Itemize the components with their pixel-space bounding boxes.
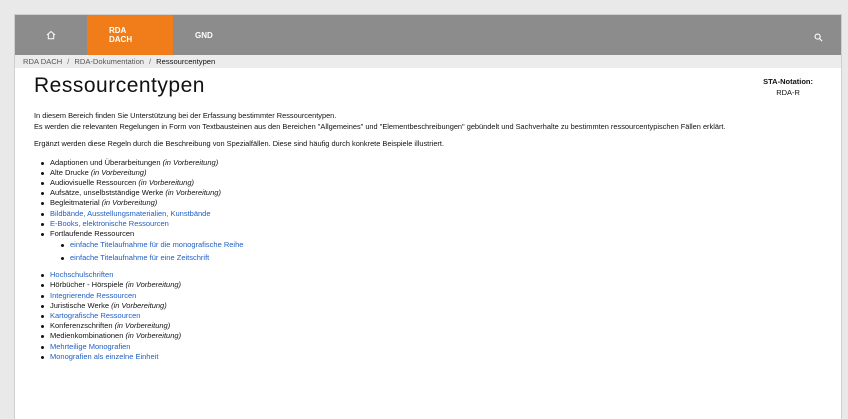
list-item[interactable]: einfache Titelaufnahme für die monografi… <box>60 239 841 252</box>
resource-type-link[interactable]: einfache Titelaufnahme für eine Zeitschr… <box>70 253 209 262</box>
resource-type-link[interactable]: einfache Titelaufnahme für die monografi… <box>70 240 243 249</box>
resource-type-label: Begleitmaterial <box>50 198 100 208</box>
breadcrumb: RDA DACH / RDA-Dokumentation / Ressource… <box>15 55 841 68</box>
resource-type-link[interactable]: Integrierende Ressourcen <box>50 291 136 300</box>
status-note: (in Vorbereitung) <box>138 177 194 187</box>
tab-gnd[interactable]: GND <box>173 15 235 55</box>
browser-page: RDA DACH GND RDA DACH / RDA-Dokumentatio… <box>14 14 842 419</box>
breadcrumb-link-rda-dach[interactable]: RDA DACH <box>23 57 62 66</box>
list-item: Begleitmaterial (in Vorbereitung) <box>40 198 841 208</box>
list-item: Medienkombinationen (in Vorbereitung) <box>40 331 841 341</box>
resource-type-label: Hörbücher - Hörspiele <box>50 280 124 290</box>
intro-text: In diesem Bereich finden Sie Unterstützu… <box>34 111 794 132</box>
breadcrumb-separator: / <box>67 57 70 66</box>
status-note: (in Vorbereitung) <box>90 167 147 177</box>
resource-type-link[interactable]: Mehrteilige Monografien <box>50 342 130 351</box>
resource-type-link[interactable]: E-Books, elektronische Ressourcen <box>50 219 169 228</box>
list-item: Adaptionen und Überarbeitungen (in Vorbe… <box>40 158 841 168</box>
sta-notation-label: STA-Notation: <box>763 77 813 86</box>
resource-type-list: Adaptionen und Überarbeitungen (in Vorbe… <box>34 158 841 265</box>
intro-line-2: Es werden die relevanten Regelungen in F… <box>34 121 726 131</box>
resource-type-label: Fortlaufende Ressourcen <box>50 228 135 238</box>
intro-line-1: In diesem Bereich finden Sie Unterstützu… <box>34 111 337 120</box>
top-navigation: RDA DACH GND <box>15 15 841 55</box>
sub-list: einfache Titelaufnahme für die monografi… <box>50 239 841 264</box>
sta-notation: STA-Notation: RDA-R <box>763 76 813 98</box>
breadcrumb-link-rda-dokumentation[interactable]: RDA-Dokumentation <box>74 57 144 66</box>
sta-notation-value: RDA-R <box>776 88 800 97</box>
resource-type-label: Aufsätze, unselbstständige Werke <box>50 188 164 198</box>
list-item: Audiovisuelle Ressourcen (in Vorbereitun… <box>40 178 841 188</box>
resource-type-label: Medienkombinationen <box>50 331 124 341</box>
list-item: Alte Drucke (in Vorbereitung) <box>40 168 841 178</box>
list-item[interactable]: einfache Titelaufnahme für eine Zeitschr… <box>60 252 841 265</box>
list-item: Fortlaufende Ressourcen einfache Titelauf… <box>40 229 841 264</box>
status-note: (in Vorbereitung) <box>125 331 182 341</box>
resource-type-list-continued: Hochschulschriften Hörbücher - Hörspiele … <box>34 270 841 362</box>
home-button[interactable] <box>15 15 87 55</box>
list-item: Aufsätze, unselbstständige Werke (in Vor… <box>40 188 841 198</box>
list-item[interactable]: Hochschulschriften <box>40 270 841 280</box>
status-note: (in Vorbereitung) <box>165 188 221 198</box>
list-item[interactable]: Integrierende Ressourcen <box>40 291 841 301</box>
breadcrumb-separator: / <box>149 57 152 66</box>
list-item[interactable]: Mehrteilige Monografien <box>40 342 841 352</box>
list-item[interactable]: Kartografische Ressourcen <box>40 311 841 321</box>
list-item: Konferenzschriften (in Vorbereitung) <box>40 321 841 331</box>
resource-type-label: Adaptionen und Überarbeitungen <box>50 157 161 167</box>
search-button[interactable] <box>814 29 823 47</box>
list-item[interactable]: Monografien als einzelne Einheit <box>40 352 841 362</box>
status-note: (in Vorbereitung) <box>101 198 158 208</box>
status-note: (in Vorbereitung) <box>162 157 219 167</box>
page-title: Ressourcentypen <box>34 74 205 97</box>
intro-paragraph-2: Ergänzt werden diese Regeln durch die Be… <box>34 139 445 148</box>
status-note: (in Vorbereitung) <box>125 280 182 290</box>
resource-type-link[interactable]: Monografien als einzelne Einheit <box>50 352 158 361</box>
resource-type-label: Juristische Werke <box>50 300 110 310</box>
resource-type-label: Alte Drucke <box>50 167 89 177</box>
resource-type-link[interactable]: Kartografische Ressourcen <box>50 311 140 320</box>
resource-type-label: Audiovisuelle Ressourcen <box>50 177 137 187</box>
list-item: Hörbücher - Hörspiele (in Vorbereitung) <box>40 280 841 290</box>
resource-type-label: Konferenzschriften <box>50 321 113 331</box>
status-note: (in Vorbereitung) <box>111 300 167 310</box>
breadcrumb-current: Ressourcentypen <box>156 57 216 66</box>
resource-type-link[interactable]: Hochschulschriften <box>50 270 113 279</box>
home-icon <box>46 30 56 40</box>
resource-type-link[interactable]: Bildbände, Ausstellungsmaterialien, Kuns… <box>50 209 211 218</box>
search-icon <box>814 33 823 42</box>
tab-rda-dach[interactable]: RDA DACH <box>87 15 173 55</box>
list-item: Juristische Werke (in Vorbereitung) <box>40 301 841 311</box>
status-note: (in Vorbereitung) <box>114 321 171 331</box>
main-content: Ressourcentypen STA-Notation: RDA-R In d… <box>15 68 841 362</box>
list-item[interactable]: E-Books, elektronische Ressourcen <box>40 219 841 229</box>
list-item[interactable]: Bildbände, Ausstellungsmaterialien, Kuns… <box>40 209 841 219</box>
